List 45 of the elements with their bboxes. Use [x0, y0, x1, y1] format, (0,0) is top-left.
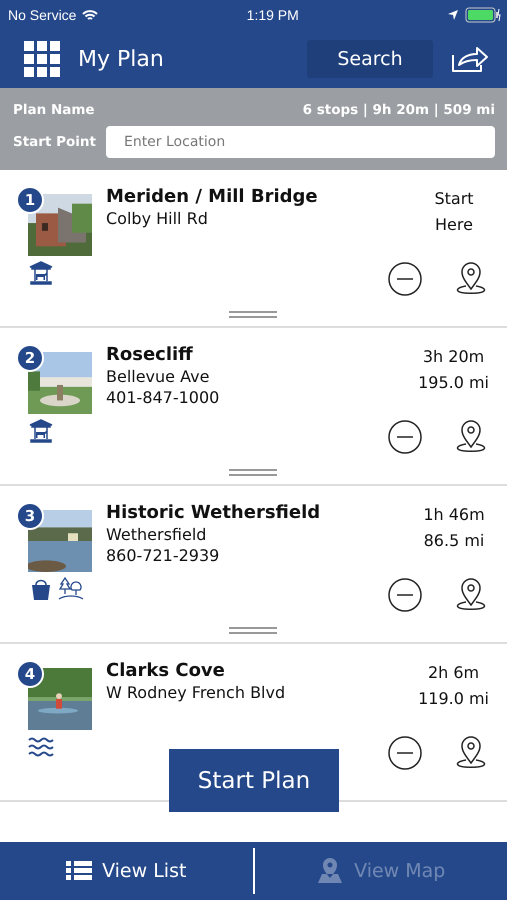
battery-icon [464, 7, 501, 23]
clock-text: 1:19 PM [246, 7, 299, 23]
stop-phone: 401-847-1000 [106, 388, 220, 407]
wifi-icon [82, 8, 98, 22]
remove-icon[interactable] [387, 735, 423, 771]
carousel-icon [28, 418, 54, 444]
stop-address: Colby Hill Rd [106, 209, 209, 228]
stop-phone: 860-721-2939 [106, 546, 220, 565]
stop-name: Historic Wethersfield [106, 502, 322, 523]
location-field[interactable]: Enter Location [106, 126, 495, 158]
stop-name: Meriden / Mill Bridge [106, 186, 319, 207]
plan-name-label: Plan Name [13, 102, 95, 118]
remove-icon[interactable] [387, 577, 423, 613]
stop-meta: 2h 6m 119.0 mi [418, 662, 489, 710]
share-icon[interactable] [451, 45, 489, 73]
menu-grid-icon[interactable] [24, 41, 60, 77]
screen-title: My Plan [78, 46, 165, 72]
drag-handle[interactable] [228, 627, 276, 634]
stop-number: 3 [16, 502, 44, 530]
start-point-label: Start Point [13, 134, 96, 150]
stop-address: Bellevue Ave [106, 367, 210, 386]
carrier-text: No Service [8, 7, 76, 23]
stop-address: Wethersfield [106, 525, 208, 544]
stop-meta: 1h 46m 86.5 mi [422, 504, 486, 552]
carousel-icon [28, 260, 54, 286]
remove-icon[interactable] [387, 261, 423, 297]
view-tab[interactable]: View List [0, 842, 252, 900]
map-pin-icon [316, 858, 344, 884]
drag-handle[interactable] [228, 311, 276, 318]
stop-number: 2 [16, 344, 44, 372]
drag-handle[interactable] [228, 469, 276, 476]
remove-icon[interactable] [387, 419, 423, 455]
stop-name: Clarks Cove [106, 660, 226, 681]
stop-address: W Rodney French Blvd [106, 683, 286, 702]
start-plan-button[interactable]: Start Plan [169, 749, 339, 812]
stop-number: 1 [16, 186, 44, 214]
search-button[interactable]: Search [307, 40, 433, 78]
plan-summary: 6 stops | 9h 20m | 509 mi [302, 102, 495, 118]
list-icon [66, 861, 92, 881]
stop-meta: Start Here [433, 188, 475, 236]
location-arrow-icon [446, 9, 459, 21]
stop-number: 4 [16, 660, 44, 688]
trees-icon [58, 576, 84, 602]
stop-name: Rosecliff [106, 344, 194, 365]
stop-meta: 3h 20m 195.0 mi [418, 346, 489, 394]
